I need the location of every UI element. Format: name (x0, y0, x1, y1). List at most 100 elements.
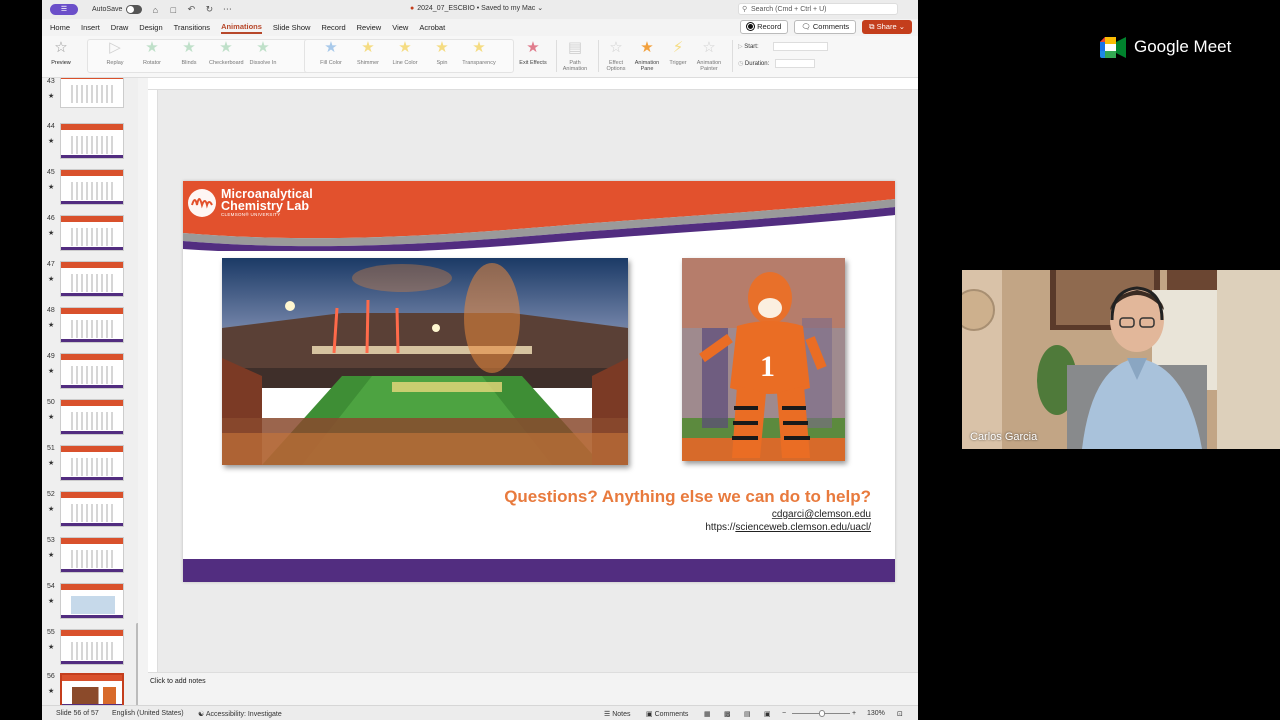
url-link-text: scienceweb.clemson.edu/uacl/ (735, 522, 871, 533)
normal-view-icon[interactable]: ▦ (704, 710, 711, 718)
notes-toggle[interactable]: ☰ Notes (604, 710, 631, 718)
undo-icon[interactable]: ↶ (186, 4, 196, 15)
zoom-in-icon[interactable]: + (852, 710, 856, 717)
stadium-photo (222, 258, 628, 465)
tab-draw[interactable]: Draw (111, 23, 129, 32)
tab-transitions[interactable]: Transitions (174, 23, 210, 32)
effect-rotator[interactable]: ★ Rotator (135, 39, 169, 66)
tab-record[interactable]: Record (321, 23, 345, 32)
slide-number: 51 (47, 445, 55, 452)
slide-thumbnail[interactable]: 47 ★ (46, 261, 136, 301)
tab-insert[interactable]: Insert (81, 23, 100, 32)
slide-counter: Slide 56 of 57 (56, 710, 99, 717)
search-box[interactable]: ⚲ Search (Cmd + Ctrl + U) (738, 3, 898, 15)
slide-thumbnail[interactable]: 45 ★ (46, 169, 136, 209)
slide-thumbnail[interactable]: 43 ★ (46, 78, 136, 118)
animation-star-icon: ★ (48, 598, 55, 605)
comments-button[interactable]: 🗨 Comments (794, 20, 857, 34)
tab-view[interactable]: View (392, 23, 408, 32)
zoom-slider-handle[interactable] (819, 710, 825, 717)
star-outline-icon: ☆ (702, 39, 716, 56)
start-label: Start: (744, 43, 759, 50)
effect-label: Blinds (181, 60, 197, 66)
effect-blinds[interactable]: ★ Blinds (172, 39, 206, 66)
duration-input[interactable] (775, 59, 816, 68)
autosave-toggle[interactable] (126, 5, 143, 14)
tab-design[interactable]: Design (139, 23, 162, 32)
thumbnails-scrollbar[interactable] (136, 623, 138, 705)
participant-video-tile[interactable]: Carlos Garcia (962, 270, 1280, 449)
slide-thumbnail[interactable]: 54 ★ (46, 583, 136, 623)
sidebar-toggle-icon[interactable]: ☰ (50, 4, 78, 15)
slide-sorter-icon[interactable]: ▩ (724, 710, 731, 718)
fit-to-window-icon[interactable]: ⊡ (897, 710, 903, 718)
notes-placeholder: Click to add notes (150, 678, 206, 685)
animation-pane-button[interactable]: ★ Animation Pane (630, 39, 664, 72)
slide-thumbnail[interactable]: 48 ★ (46, 307, 136, 347)
preview-button[interactable]: ☆ Preview (44, 39, 78, 66)
contact-email-link[interactable]: cdgarci@clemson.edu (772, 509, 871, 520)
tab-review[interactable]: Review (357, 23, 382, 32)
effect-options-button[interactable]: ☆ Effect Options (599, 39, 633, 72)
animation-star-icon: ★ (48, 138, 55, 145)
slide-thumbnail[interactable]: 52 ★ (46, 491, 136, 531)
effect-transparency[interactable]: ★ Transparency (462, 39, 496, 66)
slide-thumbnail[interactable]: 53 ★ (46, 537, 136, 577)
slide-thumbnail-selected[interactable]: 56 ★ (46, 673, 136, 705)
tab-home[interactable]: Home (50, 23, 70, 32)
star-icon: ★ (398, 39, 412, 56)
animation-painter-label: Animation Painter (696, 60, 722, 72)
duration-label: Duration: (744, 60, 770, 67)
tab-animations[interactable]: Animations (221, 22, 262, 34)
slide-thumbnail[interactable]: 46 ★ (46, 215, 136, 255)
effect-shimmer[interactable]: ★ Shimmer (351, 39, 385, 66)
redo-icon[interactable]: ↻ (204, 4, 214, 15)
thumbnail-content (71, 320, 115, 338)
tab-acrobat[interactable]: Acrobat (419, 23, 445, 32)
slide-thumbnail[interactable]: 44 ★ (46, 123, 136, 163)
tab-slide-show[interactable]: Slide Show (273, 23, 311, 32)
slideshow-icon[interactable]: ▣ (764, 710, 771, 718)
animation-painter-button[interactable]: ☆ Animation Painter (692, 39, 726, 72)
thumbnail-footer (61, 155, 123, 158)
thumbnail-content (71, 550, 115, 568)
effect-dissolve-in[interactable]: ★ Dissolve In (246, 39, 280, 66)
comments-toggle[interactable]: ▣ Comments (646, 710, 688, 718)
slide-thumbnail[interactable]: 55 ★ (46, 629, 136, 669)
thumbnail-footer (61, 385, 123, 388)
website-link[interactable]: https://scienceweb.clemson.edu/uacl/ (705, 522, 871, 533)
notes-pane[interactable]: Click to add notes (148, 672, 918, 705)
star-icon: ★ (640, 39, 654, 56)
effect-line-color[interactable]: ★ Line Color (388, 39, 422, 66)
document-title[interactable]: ● 2024_07_ESCBIO • Saved to my Mac ⌄ (410, 4, 543, 12)
save-icon[interactable]: □ (168, 5, 178, 15)
slide-number: 54 (47, 583, 55, 590)
more-icon[interactable]: ⋯ (222, 4, 232, 15)
home-icon[interactable]: ⌂ (150, 5, 160, 15)
thumbnail-footer (61, 247, 123, 250)
start-select[interactable] (772, 42, 828, 51)
zoom-out-icon[interactable]: − (782, 710, 786, 717)
reading-view-icon[interactable]: ▤ (744, 710, 751, 718)
effect-checkerboard[interactable]: ★ Checkerboard (209, 39, 244, 66)
animation-star-icon: ★ (48, 506, 55, 513)
slide-thumbnail[interactable]: 49 ★ (46, 353, 136, 393)
language-indicator[interactable]: English (United States) (112, 710, 184, 717)
path-animation-button[interactable]: ▤ Path Animation (558, 39, 592, 72)
slide-thumbnail[interactable]: 51 ★ (46, 445, 136, 485)
thumbnail-header (61, 170, 123, 176)
effect-fill-color[interactable]: ★ Fill Color (314, 39, 348, 66)
thumbnail-content (71, 182, 115, 200)
exit-effects-button[interactable]: ★ Exit Effects (516, 39, 550, 66)
animation-pane-label: Animation Pane (634, 60, 660, 72)
slide-thumbnail[interactable]: 50 ★ (46, 399, 136, 439)
effect-replay[interactable]: ▷ Replay (98, 39, 132, 66)
current-slide[interactable]: Microanalytical Chemistry Lab CLEMSON® UN… (183, 181, 895, 582)
share-button[interactable]: ⧉ Share ⌄ (862, 20, 912, 34)
zoom-level[interactable]: 130% (867, 710, 885, 717)
effect-spin[interactable]: ★ Spin (425, 39, 459, 66)
record-button[interactable]: Record (740, 20, 789, 34)
accessibility-status[interactable]: ☯ Accessibility: Investigate (198, 710, 282, 718)
record-icon (747, 23, 755, 30)
trigger-button[interactable]: ⚡ Trigger (661, 39, 695, 66)
